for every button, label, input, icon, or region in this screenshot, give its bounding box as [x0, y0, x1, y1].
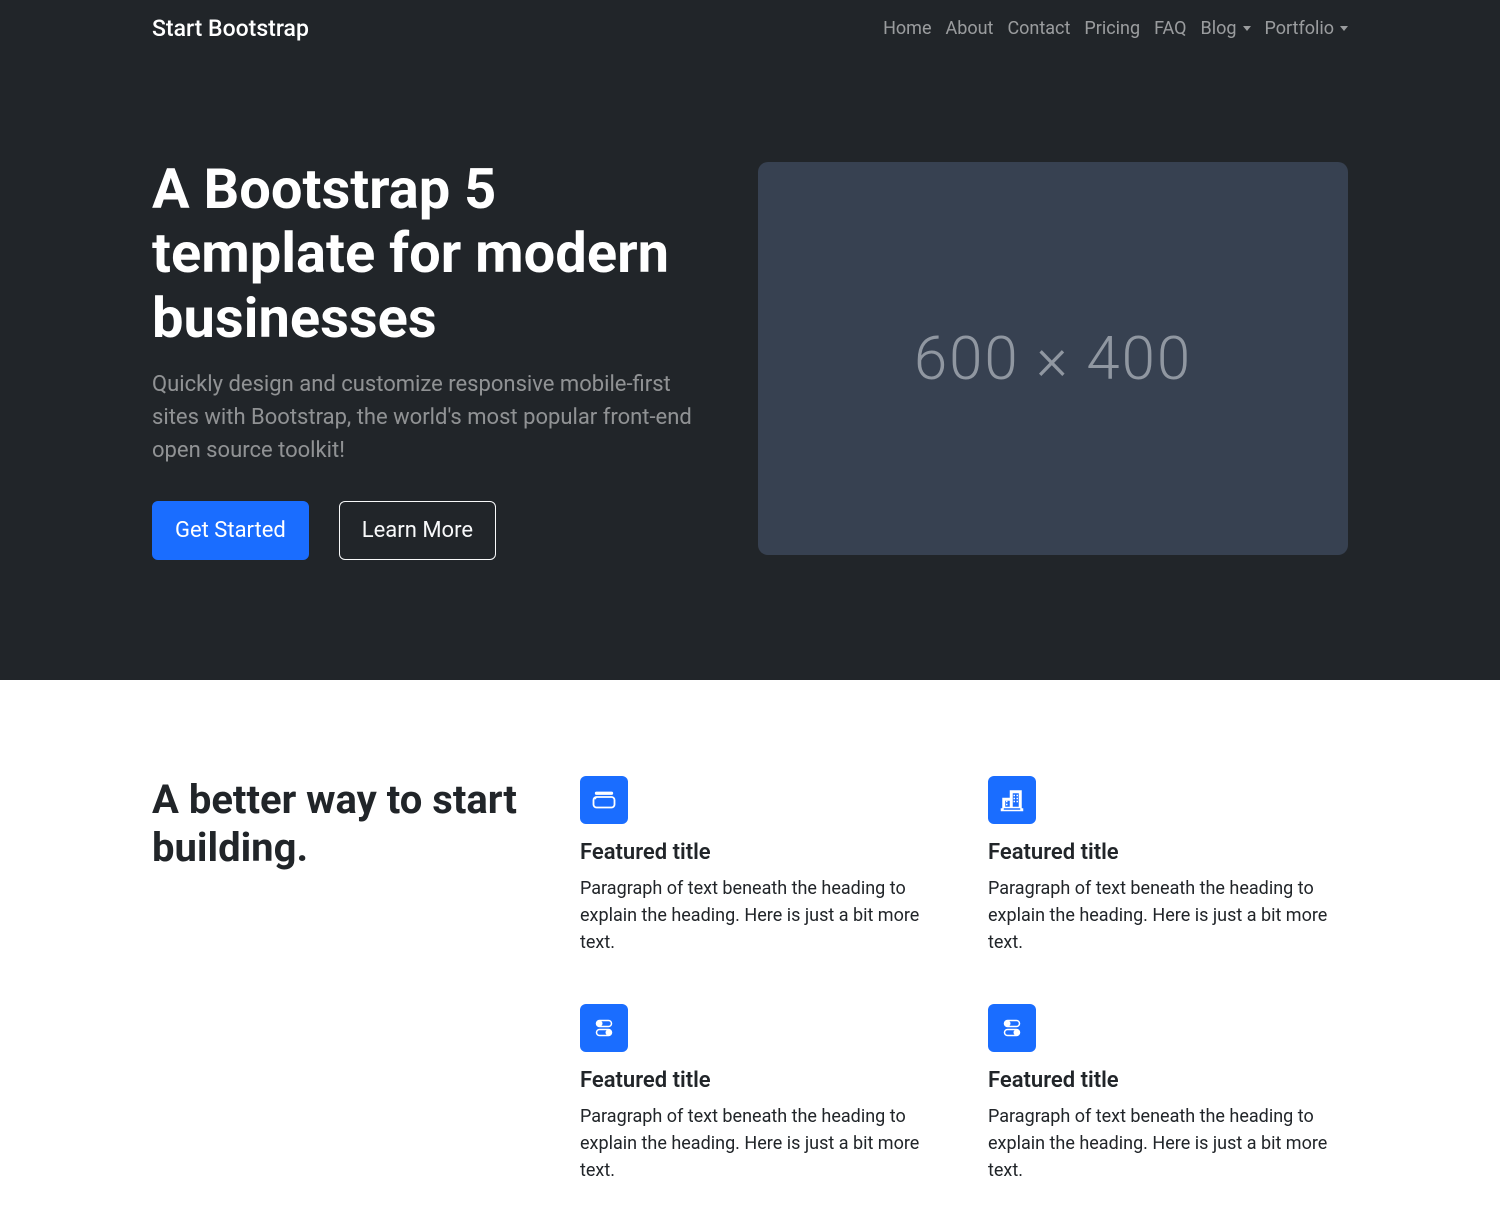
feature-item: Featured title Paragraph of text beneath… — [580, 1004, 940, 1184]
feature-text: Paragraph of text beneath the heading to… — [580, 875, 940, 956]
feature-title: Featured title — [580, 840, 940, 865]
feature-title: Featured title — [988, 840, 1348, 865]
nav-label: FAQ — [1154, 18, 1186, 39]
nav-contact[interactable]: Contact — [1007, 10, 1070, 47]
navbar: Start Bootstrap Home About Contact Prici… — [0, 0, 1500, 57]
feature-title: Featured title — [988, 1068, 1348, 1093]
brand-link[interactable]: Start Bootstrap — [152, 15, 309, 42]
hero-title: A Bootstrap 5 template for modern busine… — [152, 157, 710, 350]
nav-pricing[interactable]: Pricing — [1084, 10, 1140, 47]
toggles-icon — [988, 1004, 1036, 1052]
nav-blog[interactable]: Blog — [1201, 10, 1251, 47]
nav-about[interactable]: About — [946, 10, 994, 47]
nav-label: Portfolio — [1265, 18, 1334, 39]
nav-home[interactable]: Home — [883, 10, 931, 47]
features-heading: A better way to start building. — [152, 776, 532, 872]
feature-text: Paragraph of text beneath the heading to… — [580, 1103, 940, 1184]
get-started-button[interactable]: Get Started — [152, 501, 309, 560]
toggles-icon — [580, 1004, 628, 1052]
feature-item: Featured title Paragraph of text beneath… — [988, 776, 1348, 956]
collection-icon — [580, 776, 628, 824]
nav-label: Home — [883, 18, 931, 39]
nav-label: About — [946, 18, 994, 39]
nav-portfolio[interactable]: Portfolio — [1265, 10, 1348, 47]
features-section: A better way to start building. Featured… — [0, 680, 1500, 1224]
learn-more-button[interactable]: Learn More — [339, 501, 496, 560]
chevron-down-icon — [1243, 26, 1251, 31]
hero: A Bootstrap 5 template for modern busine… — [0, 57, 1500, 680]
feature-item: Featured title Paragraph of text beneath… — [988, 1004, 1348, 1184]
feature-text: Paragraph of text beneath the heading to… — [988, 875, 1348, 956]
feature-text: Paragraph of text beneath the heading to… — [988, 1103, 1348, 1184]
nav-faq[interactable]: FAQ — [1154, 10, 1186, 47]
nav-label: Contact — [1007, 18, 1070, 39]
chevron-down-icon — [1340, 26, 1348, 31]
nav-label: Blog — [1201, 18, 1237, 39]
nav-links: Home About Contact Pricing FAQ Blog Port… — [883, 10, 1348, 47]
hero-content: A Bootstrap 5 template for modern busine… — [152, 157, 710, 560]
hero-placeholder-image: 600 × 400 — [758, 162, 1348, 555]
feature-title: Featured title — [580, 1068, 940, 1093]
feature-item: Featured title Paragraph of text beneath… — [580, 776, 940, 956]
building-icon — [988, 776, 1036, 824]
nav-label: Pricing — [1084, 18, 1140, 39]
hero-lead: Quickly design and customize responsive … — [152, 368, 710, 467]
